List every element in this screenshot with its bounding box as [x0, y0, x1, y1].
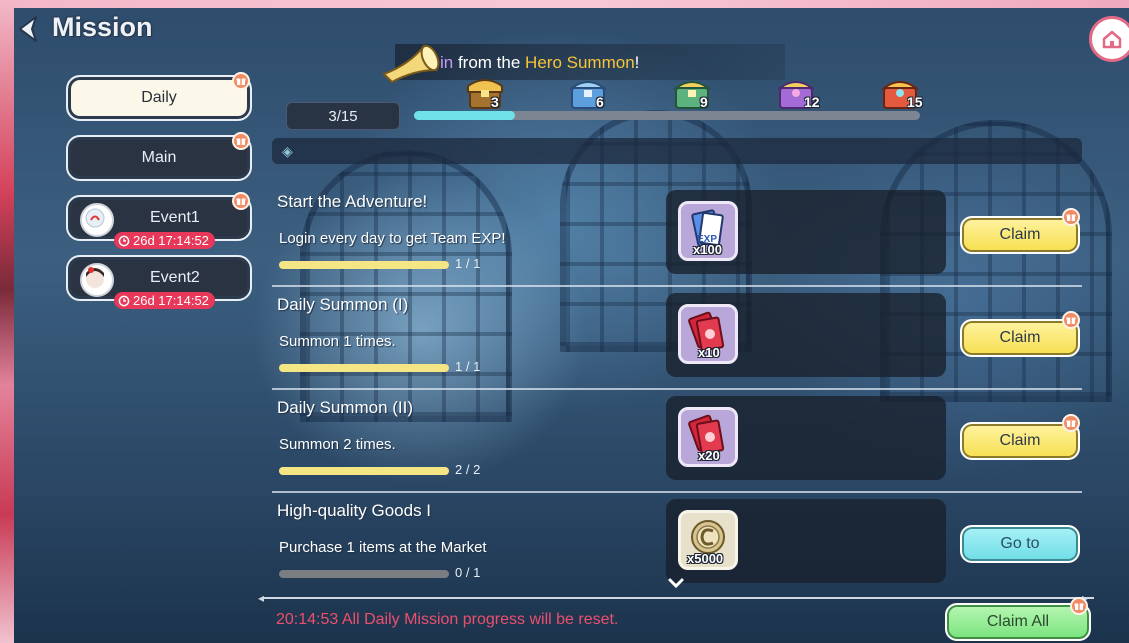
mission-progress-text: 2 / 2	[455, 462, 481, 477]
diamond-icon: ◈	[282, 143, 293, 159]
mission-progress-fill	[279, 364, 449, 372]
gift-icon	[1070, 597, 1088, 615]
reward-box: EXP x100	[666, 190, 946, 274]
mission-title: Daily Summon (II)	[277, 398, 414, 417]
gift-icon	[1062, 311, 1080, 329]
reward-item[interactable]: x5000	[678, 510, 738, 570]
tab-daily[interactable]: Daily	[66, 72, 252, 121]
mission-progress-text: 1 / 1	[455, 359, 481, 374]
mission-progress-bar	[279, 467, 449, 475]
chevron-down-icon[interactable]	[668, 576, 684, 589]
home-button[interactable]	[1089, 16, 1129, 62]
mission-progress-fill	[279, 261, 449, 269]
mission-progress-fill	[279, 467, 449, 475]
mission-progress-text: 1 / 1	[455, 256, 481, 271]
mission-title: Start the Adventure!	[277, 192, 428, 211]
banner-text: in from the Hero Summon!	[440, 53, 639, 73]
mission-desc: Purchase 1 items at the Market	[279, 539, 487, 556]
reset-notice: 20:14:53 All Daily Mission progress will…	[276, 611, 619, 628]
tab-event1-label: Event1	[150, 209, 200, 226]
gift-icon	[1062, 414, 1080, 432]
gift-icon	[232, 132, 250, 150]
reward-item[interactable]: x20	[678, 407, 738, 467]
event2-avatar	[80, 263, 114, 297]
mission-title: High-quality Goods I	[277, 501, 432, 520]
claim-button[interactable]: Claim	[960, 319, 1080, 357]
mission-progress-bar	[279, 570, 449, 578]
claim-all-button[interactable]: Claim All	[945, 603, 1091, 641]
top-border-decoration	[0, 0, 1129, 8]
tab-main[interactable]: Main	[66, 132, 252, 181]
banner-prefix: in	[440, 53, 454, 72]
milestone-label-9: 9	[700, 94, 708, 110]
mission-desc: Summon 2 times.	[279, 436, 396, 453]
reward-box: x20	[666, 396, 946, 480]
tab-event2[interactable]: Event2 26d 17:14:52	[66, 255, 252, 309]
chest-icon-3[interactable]	[466, 72, 506, 112]
page-title: Mission	[52, 12, 153, 42]
reward-quantity: x100	[693, 242, 722, 257]
reward-box: x5000	[666, 499, 946, 583]
claim-button[interactable]: Claim	[960, 216, 1080, 254]
event1-avatar	[80, 203, 114, 237]
home-icon	[1102, 30, 1122, 49]
reward-item[interactable]: EXP x100	[678, 201, 738, 261]
mission-row: Start the Adventure! Login every day to …	[272, 184, 1082, 286]
clock-icon	[118, 235, 130, 246]
event1-timer-text: 26d 17:14:52	[133, 233, 209, 248]
reward-quantity: x20	[698, 448, 720, 463]
milestone-label-15: 15	[907, 94, 923, 110]
clock-icon	[118, 295, 130, 306]
banner-middle: from the	[453, 53, 526, 72]
reward-quantity: x5000	[687, 551, 724, 566]
gift-icon	[232, 192, 250, 210]
mission-row: Daily Summon (I) Summon 1 times. 1 / 1 x…	[272, 287, 1082, 389]
progress-fill	[414, 111, 516, 120]
milestone-label-6: 6	[596, 94, 604, 110]
gift-icon	[232, 72, 250, 90]
reward-box: x10	[666, 293, 946, 377]
tab-main-label: Main	[141, 149, 177, 166]
reward-item[interactable]: x10	[678, 304, 738, 364]
back-arrow-icon[interactable]	[14, 14, 44, 44]
banner-suffix: !	[634, 53, 640, 72]
gift-icon	[1062, 208, 1080, 226]
arrow-left-icon: ◂	[258, 591, 265, 605]
mission-title: Daily Summon (I)	[277, 295, 409, 314]
progress-count: 3/15	[286, 102, 400, 130]
tab-event2-label: Event2	[150, 269, 200, 286]
milestone-label-3: 3	[491, 94, 499, 110]
event2-timer: 26d 17:14:52	[114, 292, 215, 309]
claim-button[interactable]: Claim	[960, 422, 1080, 460]
mission-desc: Summon 1 times.	[279, 333, 396, 350]
go-to-button[interactable]: Go to	[960, 525, 1080, 563]
tab-daily-label: Daily	[141, 89, 177, 106]
mission-progress-text: 0 / 1	[455, 565, 481, 580]
event2-timer-text: 26d 17:14:52	[133, 293, 209, 308]
milestone-label-12: 12	[804, 94, 820, 110]
event1-timer: 26d 17:14:52	[114, 232, 215, 249]
horn-icon	[380, 40, 446, 84]
tab-event1[interactable]: Event1 26d 17:14:52	[66, 192, 252, 249]
mission-row: Daily Summon (II) Summon 2 times. 2 / 2 …	[272, 390, 1082, 492]
reward-quantity: x10	[698, 345, 720, 360]
footer-divider	[262, 597, 1094, 599]
left-character-art	[0, 0, 14, 643]
mission-progress-bar	[279, 364, 449, 372]
mission-progress-bar	[279, 261, 449, 269]
mission-desc: Login every day to get Team EXP!	[279, 230, 506, 247]
progress-track	[414, 111, 920, 120]
notice-bar: ◈	[272, 138, 1082, 164]
banner-highlight: Hero Summon	[525, 53, 635, 72]
